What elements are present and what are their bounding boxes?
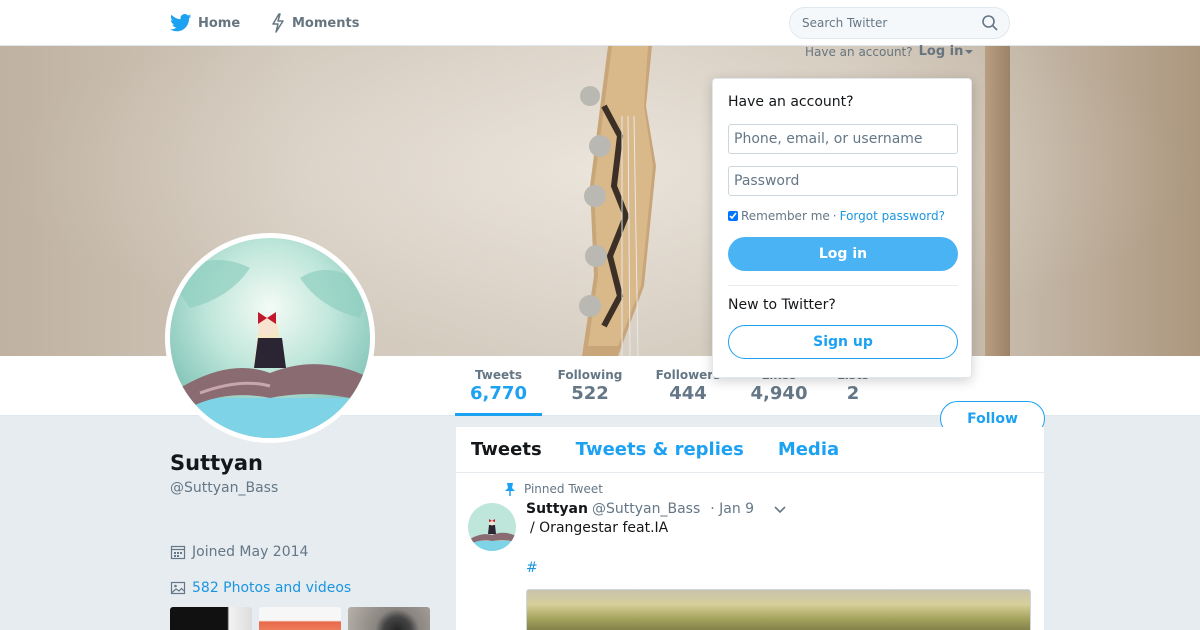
password-input[interactable]: [728, 166, 958, 196]
tab-tweets[interactable]: Tweets: [471, 439, 542, 460]
timeline: Tweets Tweets & replies Media Pinned Twe…: [456, 427, 1044, 630]
photos-videos-link[interactable]: 582 Photos and videos: [170, 580, 351, 596]
photo-thumbnails: [170, 607, 430, 630]
photo-thumbnail[interactable]: [348, 607, 430, 630]
login-link-label: Log in: [918, 44, 964, 59]
nav-moments[interactable]: Moments: [270, 0, 359, 46]
lightning-icon: [272, 13, 284, 33]
pinned-label: Pinned Tweet: [524, 482, 603, 496]
tweet-media[interactable]: [526, 589, 1031, 630]
tweet-avatar-image: [468, 503, 516, 551]
login-hint: Have an account? Log in: [805, 44, 974, 59]
photo-thumbnail[interactable]: [170, 607, 252, 630]
stat-value: 4,940: [750, 383, 808, 404]
remember-row: Remember me · Forgot password?: [728, 209, 945, 223]
profile-handle[interactable]: @Suttyan_Bass: [170, 480, 278, 496]
nav-home-label: Home: [198, 15, 241, 31]
stat-following[interactable]: Following 522: [552, 356, 628, 416]
photo-thumbnail[interactable]: [259, 607, 341, 630]
login-hint-text: Have an account?: [805, 44, 913, 59]
new-to-twitter-label: New to Twitter?: [728, 297, 836, 313]
avatar-image: [170, 238, 370, 438]
nav-moments-label: Moments: [292, 15, 360, 31]
caret-down-icon: [965, 49, 974, 54]
pinned-indicator: Pinned Tweet: [504, 482, 603, 496]
signup-button[interactable]: Sign up: [728, 325, 958, 359]
stat-value: 522: [571, 383, 609, 404]
remember-separator: ·: [832, 209, 837, 223]
tweet-author-handle[interactable]: @Suttyan_Bass: [592, 501, 700, 517]
banner-guitar-image: [579, 46, 656, 356]
tab-media[interactable]: Media: [778, 439, 839, 460]
dropdown-title: Have an account?: [728, 94, 854, 110]
username-input[interactable]: [728, 124, 958, 154]
top-navigation: Home Moments: [0, 0, 1200, 46]
stat-value: 2: [846, 383, 860, 404]
tweet-text: / Orangestar feat.IA: [530, 520, 669, 536]
tweet-hashtag[interactable]: #: [526, 560, 538, 576]
tweet-header: Suttyan @Suttyan_Bass · Jan 9: [526, 501, 754, 517]
stat-value: 444: [669, 383, 707, 404]
login-dropdown: Have an account? Remember me · Forgot pa…: [712, 78, 972, 378]
search-box: [789, 7, 1010, 39]
chevron-down-icon[interactable]: [774, 505, 786, 515]
search-input[interactable]: [802, 16, 981, 30]
forgot-password-link[interactable]: Forgot password?: [840, 209, 945, 223]
tweet-author-name[interactable]: Suttyan: [526, 501, 588, 517]
profile-avatar[interactable]: [165, 233, 375, 443]
stat-label: Tweets: [474, 368, 523, 382]
stat-tweets[interactable]: Tweets 6,770: [455, 356, 542, 416]
timeline-tabs: Tweets Tweets & replies Media: [456, 427, 1044, 473]
dropdown-divider: [728, 285, 958, 286]
login-dropdown-toggle[interactable]: Log in: [919, 44, 974, 59]
stat-value: 6,770: [470, 383, 527, 404]
tweet-date[interactable]: · Jan 9: [710, 501, 754, 517]
joined-text: Joined May 2014: [192, 544, 309, 560]
stat-label: Following: [557, 368, 623, 382]
tweet-avatar[interactable]: [468, 503, 516, 551]
nav-home[interactable]: Home: [170, 0, 240, 46]
image-icon: [170, 581, 186, 595]
photos-text: 582 Photos and videos: [192, 580, 352, 596]
search-icon[interactable]: [981, 14, 999, 32]
login-button[interactable]: Log in: [728, 237, 958, 271]
remember-checkbox[interactable]: [728, 211, 738, 221]
remember-label[interactable]: Remember me: [741, 209, 830, 223]
pin-icon: [505, 483, 515, 496]
tab-tweets-replies[interactable]: Tweets & replies: [576, 439, 744, 460]
twitter-bird-icon: [170, 14, 192, 32]
calendar-icon: [170, 545, 186, 560]
profile-name[interactable]: Suttyan: [170, 451, 263, 475]
profile-joined: Joined May 2014: [170, 544, 308, 560]
